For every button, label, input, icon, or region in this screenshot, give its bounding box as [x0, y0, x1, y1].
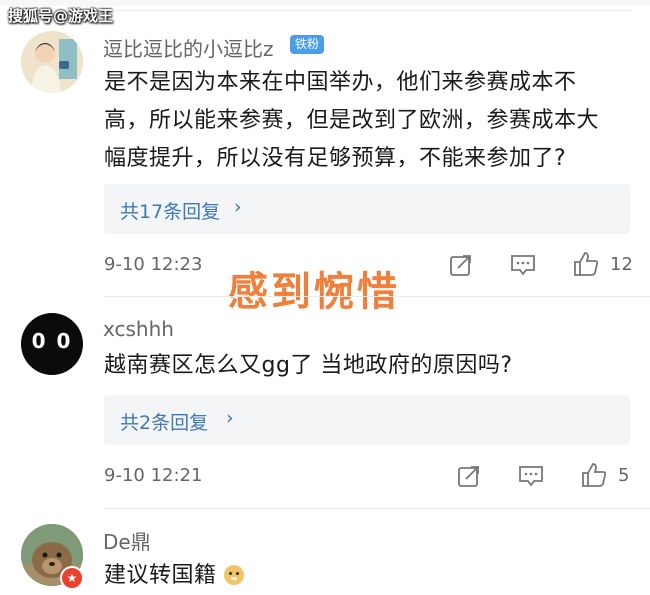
avatar[interactable]: 0 0 [21, 313, 83, 375]
divider [104, 10, 632, 11]
username[interactable]: De鼎 [103, 526, 151, 555]
comment-time: 9-10 12:21 [104, 465, 203, 486]
comment-icon[interactable] [518, 464, 544, 492]
reply-box[interactable]: 共2条回复 › [104, 395, 630, 445]
illustrated-person-avatar-icon [21, 31, 83, 93]
comment-text: 越南赛区怎么又gg了 当地政府的原因吗? [104, 347, 513, 385]
divider [104, 508, 650, 509]
reply-summary-link[interactable]: 共2条回复 [120, 408, 208, 435]
divider [104, 296, 650, 297]
chevron-right-icon: › [226, 407, 234, 429]
comment-line: 幅度提升，所以没有足够预算，不能来参加了? [104, 146, 567, 171]
thumbs-up-icon[interactable] [572, 250, 600, 282]
username[interactable]: xcshhh [103, 317, 174, 341]
reply-box[interactable]: 共17条回复 › [104, 184, 630, 234]
share-icon[interactable] [457, 464, 481, 492]
comment-icon[interactable] [510, 253, 536, 281]
overlay-caption: 感到惋惜 [228, 269, 400, 315]
fan-badge: 铁粉 [290, 35, 325, 54]
comment-text: 是不是因为本来在中国举办，他们来参赛成本不 高，所以能来参赛，但是改到了欧洲，参… [104, 64, 599, 178]
comment-time: 9-10 12:23 [104, 254, 203, 275]
badge-star-icon: ★ [60, 566, 84, 590]
like-count: 5 [618, 465, 630, 486]
doge-emoji-icon [224, 565, 245, 585]
avatar-text: 0 0 [31, 329, 73, 353]
comment-line: 高，所以能来参赛，但是改到了欧洲，参赛成本大 [104, 108, 600, 133]
avatar[interactable] [21, 31, 83, 93]
watermark: 搜狐号@游戏王 [8, 7, 114, 25]
reply-summary-link[interactable]: 共17条回复 [120, 197, 220, 224]
comment-line: 建议转国籍 [104, 563, 217, 588]
comment-line: 越南赛区怎么又gg了 当地政府的原因吗? [104, 353, 513, 378]
share-icon[interactable] [449, 253, 473, 281]
username[interactable]: 逗比逗比的小逗比z [103, 33, 274, 62]
comment-line: 是不是因为本来在中国举办，他们来参赛成本不 [104, 70, 577, 95]
like-count: 12 [610, 254, 633, 275]
chevron-right-icon: › [234, 196, 242, 218]
comment-text: 建议转国籍 [104, 557, 245, 595]
thumbs-up-icon[interactable] [580, 461, 608, 493]
